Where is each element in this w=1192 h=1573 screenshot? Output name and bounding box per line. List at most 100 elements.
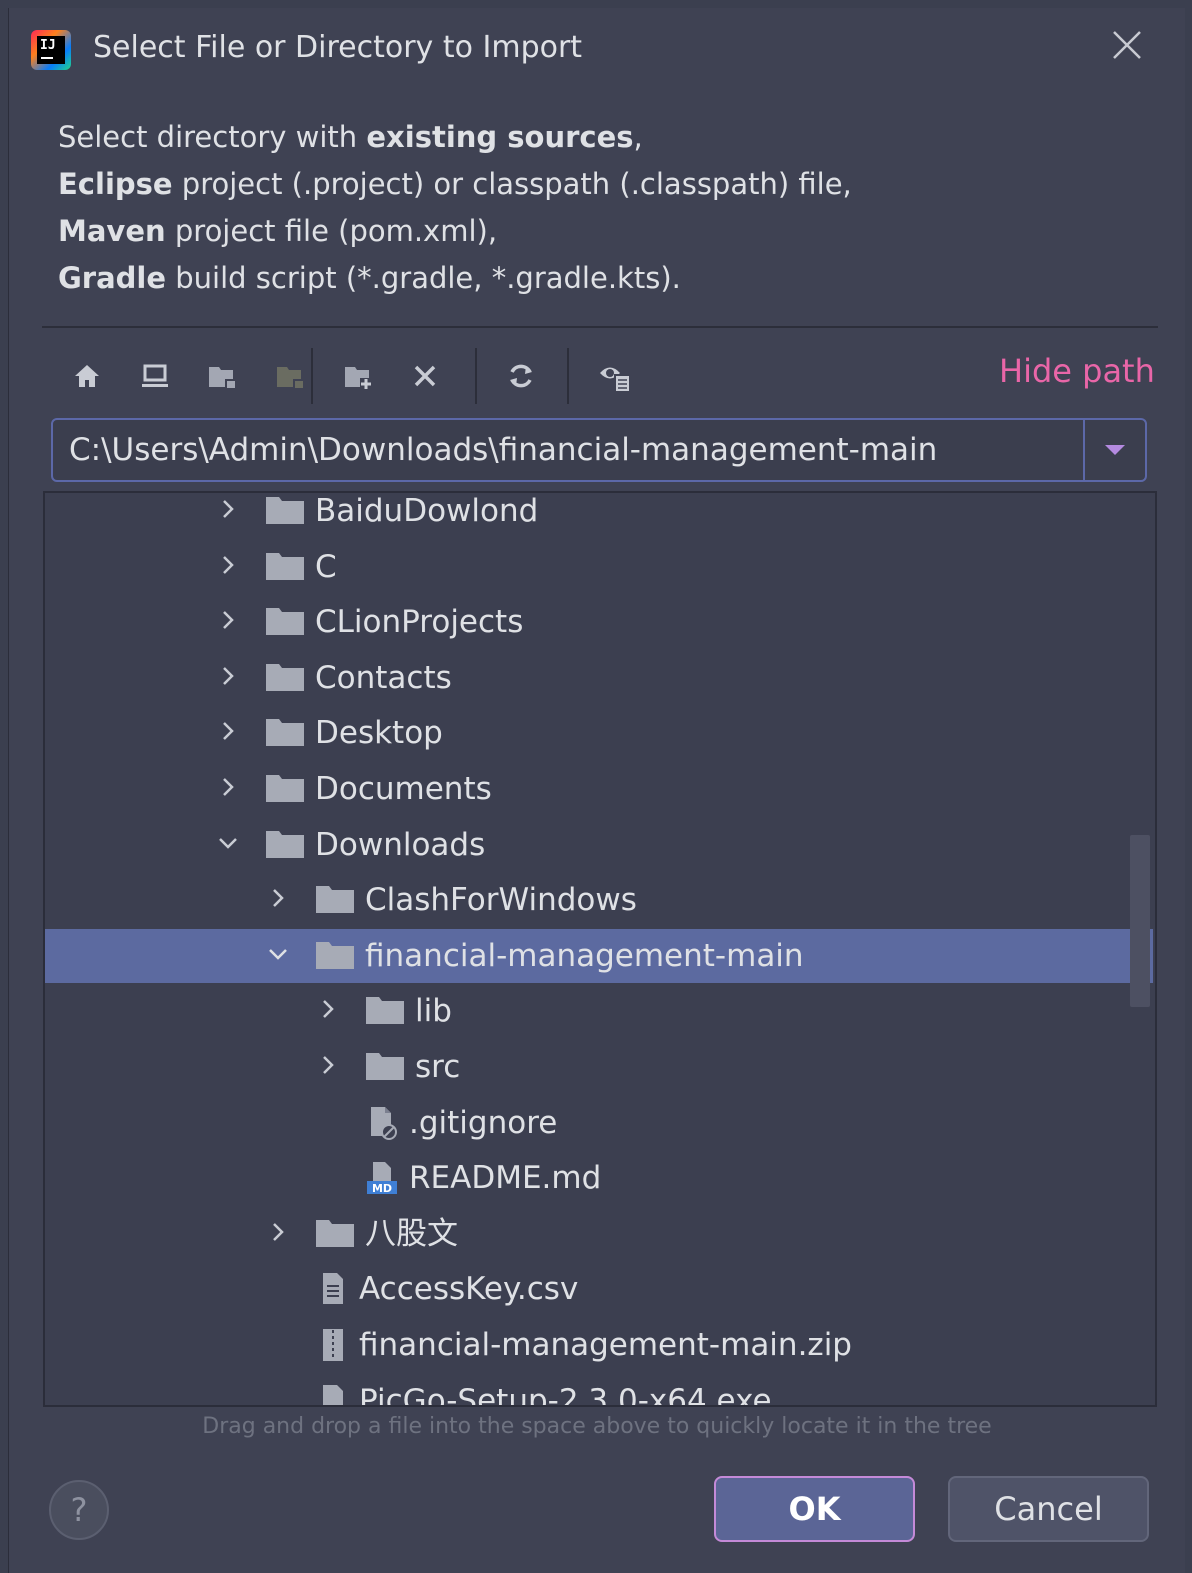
project-folder-icon (209, 367, 236, 388)
chevron-right-icon[interactable] (213, 605, 243, 635)
module-folder-button[interactable] (269, 354, 313, 398)
chevron-down-icon[interactable] (263, 939, 293, 969)
folder-icon (316, 886, 354, 914)
tree-item-label: .gitignore (409, 1104, 558, 1141)
chevron-right-icon[interactable] (313, 994, 343, 1024)
markdown-file-icon: MD (367, 1162, 397, 1195)
path-combobox[interactable] (51, 418, 1147, 482)
toolbar-separator (475, 348, 477, 404)
chevron-right-icon[interactable] (313, 1050, 343, 1080)
intellij-app-icon: IJ (31, 30, 71, 70)
folder-icon (366, 997, 404, 1025)
chevron-right-icon[interactable] (213, 494, 243, 524)
chevron-right-icon[interactable] (213, 661, 243, 691)
folder-icon (316, 1219, 354, 1247)
desc-bold: Eclipse (58, 167, 173, 201)
tree-item-label: C (315, 548, 337, 585)
refresh-button[interactable] (499, 354, 543, 398)
tree-file-row[interactable]: AccessKey.csv (45, 1262, 1153, 1316)
text-file-icon (323, 1273, 343, 1305)
desktop-button[interactable] (133, 354, 177, 398)
description-line-3: Maven project file (pom.xml), (58, 208, 852, 255)
tree-folder-row[interactable]: Contacts (45, 651, 1153, 705)
tree-item-label: PicGo-Setup-2.3.0-x64.exe (359, 1382, 772, 1407)
help-icon: ? (70, 1491, 88, 1529)
tree-item-label: BaiduDowlond (315, 493, 539, 529)
new-folder-button[interactable] (337, 354, 381, 398)
tree-folder-row[interactable]: C (45, 540, 1153, 594)
folder-icon (366, 1053, 404, 1080)
folder-icon (266, 552, 304, 580)
app-icon-text: IJ (37, 36, 65, 64)
tree-file-row[interactable]: MD README.md (45, 1151, 1153, 1205)
tree-folder-row[interactable]: Desktop (45, 706, 1153, 760)
tree-item-label: Contacts (315, 659, 452, 696)
hide-path-link[interactable]: Hide path (999, 352, 1155, 390)
tree-folder-row[interactable]: src (45, 1040, 1153, 1094)
chevron-down-icon[interactable] (213, 828, 243, 858)
tree-item-label: ClashForWindows (365, 882, 637, 919)
chevron-right-icon[interactable] (213, 772, 243, 802)
path-dropdown-button[interactable] (1083, 420, 1145, 480)
file-tree[interactable]: BaiduDowlond C CLionProjects Contacts Deskto… (43, 491, 1157, 1407)
svg-text:MD: MD (372, 1182, 392, 1195)
description-line-1: Select directory with existing sources, (58, 114, 852, 161)
desc-bold: Maven (58, 214, 166, 248)
tree-folder-row[interactable]: CLionProjects (45, 595, 1153, 649)
tree-folder-row[interactable]: Documents (45, 762, 1153, 816)
home-icon (75, 365, 99, 387)
refresh-icon (510, 364, 532, 388)
tree-folder-row[interactable]: ClashForWindows (45, 873, 1153, 927)
chevron-right-icon[interactable] (263, 1217, 293, 1247)
tree-folder-row[interactable]: financial-management-main (45, 928, 1153, 983)
tree-folder-row[interactable]: 八股文 (45, 1207, 1153, 1261)
desc-text: build script (*.gradle, *.gradle.kts). (166, 261, 681, 295)
tree-file-row[interactable]: financial-management-main.zip (45, 1318, 1153, 1372)
archive-file-icon (323, 1329, 343, 1361)
description-line-2: Eclipse project (.project) or classpath … (58, 161, 852, 208)
close-icon (1113, 31, 1141, 59)
tree-item-label: Desktop (315, 715, 443, 752)
tree-item-label: AccessKey.csv (359, 1271, 579, 1308)
desc-bold: Gradle (58, 261, 167, 295)
chevron-right-icon[interactable] (263, 883, 293, 913)
desc-text: , (633, 120, 643, 154)
chevron-right-icon[interactable] (213, 716, 243, 746)
desc-text: project file (pom.xml), (165, 214, 498, 248)
folder-icon (266, 719, 304, 747)
path-input[interactable] (69, 420, 1079, 480)
module-folder-icon (277, 367, 304, 388)
close-button[interactable] (1107, 28, 1147, 68)
tree-file-row[interactable]: .gitignore (45, 1096, 1153, 1150)
tree-item-label: 八股文 (365, 1215, 458, 1252)
tree-item-label: Downloads (315, 826, 486, 863)
help-button[interactable]: ? (49, 1480, 109, 1540)
delete-button[interactable] (403, 354, 447, 398)
toolbar-separator (567, 348, 569, 404)
dialog-description: Select directory with existing sources, … (58, 114, 852, 302)
tree-folder-row[interactable]: lib (45, 984, 1153, 1038)
drag-drop-hint: Drag and drop a file into the space abov… (202, 1414, 992, 1439)
tree-item-label: CLionProjects (315, 604, 524, 641)
show-hidden-files-button[interactable] (593, 354, 637, 398)
dialog-title: Select File or Directory to Import (93, 30, 583, 65)
chevron-down-icon (1105, 445, 1125, 455)
toolbar-separator (311, 348, 313, 404)
show-hidden-icon (600, 367, 630, 391)
title-bar: IJ Select File or Directory to Import (9, 8, 1185, 98)
tree-file-row[interactable]: PicGo-Setup-2.3.0-x64.exe (45, 1374, 1153, 1407)
tree-folder-row[interactable]: BaiduDowlond (45, 493, 1153, 538)
folder-icon (266, 663, 304, 691)
chevron-right-icon[interactable] (213, 550, 243, 580)
tree-item-label: README.md (409, 1160, 602, 1197)
desc-text: project (.project) or classpath (.classp… (172, 167, 852, 201)
tree-scrollbar[interactable] (1130, 835, 1150, 1007)
ok-button[interactable]: OK (714, 1476, 915, 1542)
project-folder-button[interactable] (201, 354, 245, 398)
tree-item-label: Documents (315, 771, 492, 807)
tree-folder-row[interactable]: Downloads (45, 818, 1153, 872)
folder-icon (266, 497, 304, 524)
import-dialog: IJ Select File or Directory to Import Se… (8, 8, 1185, 1573)
cancel-button[interactable]: Cancel (948, 1476, 1149, 1542)
home-button[interactable] (65, 354, 109, 398)
